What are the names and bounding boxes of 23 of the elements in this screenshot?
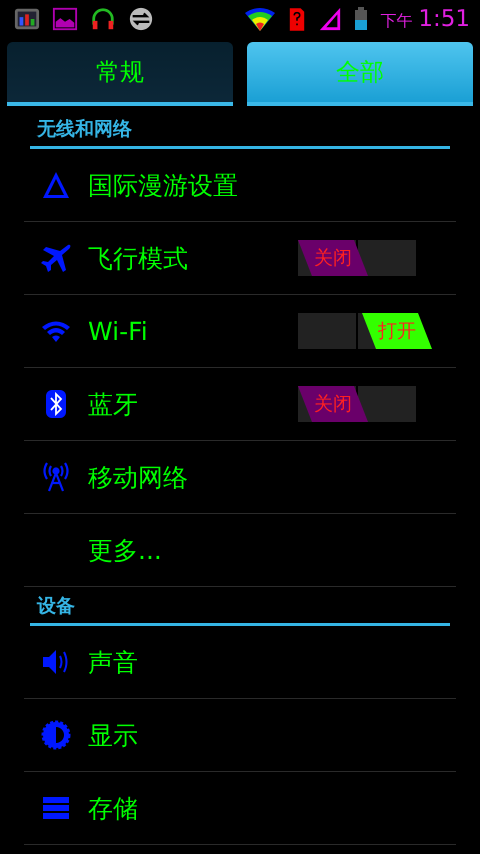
setting-label[interactable]: 飞行模式 [88,242,298,274]
clock-time: 1:51 [418,6,470,32]
headphones-icon [90,6,116,32]
setting-label[interactable]: 显示 [88,718,456,752]
airplane-icon [40,242,72,274]
setting-label[interactable]: 更多... [88,534,456,566]
wifi-signal-icon [244,5,276,33]
chart-app-icon [14,6,40,32]
setting-label[interactable]: 存储 [88,792,456,824]
sim-card-icon [288,5,306,33]
setting-label[interactable]: Wi-Fi [88,316,298,346]
battery-icon [354,6,368,32]
tab[interactable]: 常规 [7,42,233,106]
setting-label[interactable]: 移动网络 [88,460,456,494]
sync-icon [128,6,154,32]
gallery-icon [52,6,78,32]
setting-label[interactable]: 声音 [88,646,456,678]
section-title: 无线和网络 [37,118,132,140]
setting-label[interactable]: 蓝牙 [88,388,298,420]
setting-label[interactable]: 国际漫游设置 [88,168,456,202]
section-title: 设备 [37,595,75,617]
time-period: 下午 [380,10,412,32]
brightness-icon [40,719,72,751]
